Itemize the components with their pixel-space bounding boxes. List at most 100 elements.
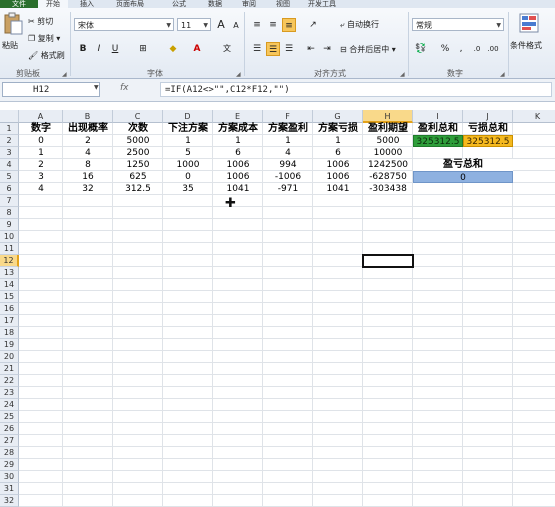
grid-cell[interactable]	[463, 399, 513, 411]
grid-cell[interactable]	[263, 315, 313, 327]
grid-cell[interactable]	[363, 483, 413, 495]
grid-cell[interactable]	[63, 207, 113, 219]
grid-cell[interactable]	[463, 279, 513, 291]
grid-cell[interactable]	[263, 291, 313, 303]
grid-cell[interactable]	[513, 351, 555, 363]
header-cell[interactable]: 方案盈利	[263, 123, 313, 135]
data-cell[interactable]: 35	[163, 183, 213, 195]
number-format-select[interactable]: 常规 ▼	[412, 18, 504, 31]
grid-cell[interactable]	[363, 219, 413, 231]
data-cell[interactable]: 6	[313, 147, 363, 159]
grid-cell[interactable]	[19, 483, 63, 495]
grid-cell[interactable]	[413, 351, 463, 363]
grid-cell[interactable]	[413, 411, 463, 423]
grid-cell[interactable]	[463, 495, 513, 507]
grid-cell[interactable]	[19, 435, 63, 447]
grid-cell[interactable]	[313, 375, 363, 387]
grid-cell[interactable]	[263, 387, 313, 399]
row-header[interactable]: 7	[0, 195, 19, 207]
grid-cell[interactable]	[213, 351, 263, 363]
grid-cell[interactable]	[19, 459, 63, 471]
grid-cell[interactable]	[513, 495, 555, 507]
grid-cell[interactable]	[463, 339, 513, 351]
grid-cell[interactable]	[413, 231, 463, 243]
decrease-indent-icon[interactable]: ⇤	[304, 42, 318, 56]
column-header[interactable]: F	[263, 110, 313, 123]
grid-cell[interactable]	[513, 255, 555, 267]
grid-cell[interactable]	[19, 279, 63, 291]
grid-cell[interactable]	[163, 495, 213, 507]
grid-cell[interactable]	[263, 243, 313, 255]
decrease-decimal-icon[interactable]: .00	[486, 42, 500, 56]
grid-cell[interactable]	[63, 375, 113, 387]
grid-cell[interactable]	[263, 411, 313, 423]
grid-cell[interactable]	[263, 207, 313, 219]
row-header[interactable]: 2	[0, 135, 19, 147]
grid-cell[interactable]	[113, 231, 163, 243]
grid-cell[interactable]	[463, 183, 513, 195]
grid-cell[interactable]	[363, 447, 413, 459]
grid-cell[interactable]	[263, 483, 313, 495]
header-cell[interactable]: 下注方案	[163, 123, 213, 135]
insert-function-icon[interactable]: fx	[120, 83, 129, 93]
grid-cell[interactable]	[19, 375, 63, 387]
grid-cell[interactable]	[113, 375, 163, 387]
data-cell[interactable]: 5000	[363, 135, 413, 147]
grid-cell[interactable]	[413, 423, 463, 435]
underline-button[interactable]: U	[108, 42, 122, 56]
row-header[interactable]: 19	[0, 339, 19, 351]
grid-cell[interactable]	[163, 207, 213, 219]
grid-cell[interactable]	[463, 411, 513, 423]
grid-cell[interactable]	[363, 303, 413, 315]
align-right-icon[interactable]: ☰	[282, 42, 296, 56]
grid-cell[interactable]	[19, 195, 63, 207]
grid-cell[interactable]	[19, 267, 63, 279]
row-header[interactable]: 21	[0, 363, 19, 375]
grid-cell[interactable]	[313, 219, 363, 231]
grid-cell[interactable]	[263, 267, 313, 279]
header-cell[interactable]: 盈利总和	[413, 123, 463, 135]
grid-cell[interactable]	[213, 207, 263, 219]
grid-cell[interactable]	[313, 207, 363, 219]
grid-cell[interactable]	[363, 423, 413, 435]
grid-cell[interactable]	[163, 231, 213, 243]
grow-font-button[interactable]: A	[214, 18, 228, 32]
header-cell[interactable]: 亏损总和	[463, 123, 513, 135]
grid-cell[interactable]	[463, 375, 513, 387]
column-header[interactable]: K	[513, 110, 555, 123]
row-header[interactable]: 17	[0, 315, 19, 327]
grid-cell[interactable]	[63, 327, 113, 339]
grid-cell[interactable]	[163, 471, 213, 483]
grid-cell[interactable]	[213, 387, 263, 399]
grid-cell[interactable]	[363, 495, 413, 507]
grid-cell[interactable]	[363, 267, 413, 279]
column-header[interactable]: C	[113, 110, 163, 123]
grid-cell[interactable]	[63, 411, 113, 423]
grid-cell[interactable]	[463, 435, 513, 447]
comma-button[interactable]: ,	[454, 42, 468, 56]
grid-cell[interactable]	[463, 447, 513, 459]
grid-cell[interactable]	[63, 195, 113, 207]
grid-cell[interactable]	[463, 303, 513, 315]
grid-cell[interactable]	[19, 291, 63, 303]
grid-cell[interactable]	[213, 327, 263, 339]
grid-cell[interactable]	[113, 327, 163, 339]
grid-cell[interactable]	[513, 135, 555, 147]
grid-cell[interactable]	[413, 219, 463, 231]
grid-cell[interactable]	[113, 459, 163, 471]
header-cell[interactable]: 数字	[19, 123, 63, 135]
grid-cell[interactable]	[313, 255, 363, 267]
row-header[interactable]: 12	[0, 255, 19, 267]
grid-cell[interactable]	[163, 243, 213, 255]
grid-cell[interactable]	[113, 195, 163, 207]
cut-button[interactable]: ✂ 剪切	[28, 16, 53, 27]
grid-cell[interactable]	[63, 267, 113, 279]
grid-cell[interactable]	[313, 447, 363, 459]
grid-cell[interactable]	[113, 471, 163, 483]
select-all-corner[interactable]	[0, 110, 19, 123]
data-cell[interactable]: 16	[63, 171, 113, 183]
grid-cell[interactable]	[63, 363, 113, 375]
grid-cell[interactable]	[63, 303, 113, 315]
grid-cell[interactable]	[19, 231, 63, 243]
grid-cell[interactable]	[113, 255, 163, 267]
